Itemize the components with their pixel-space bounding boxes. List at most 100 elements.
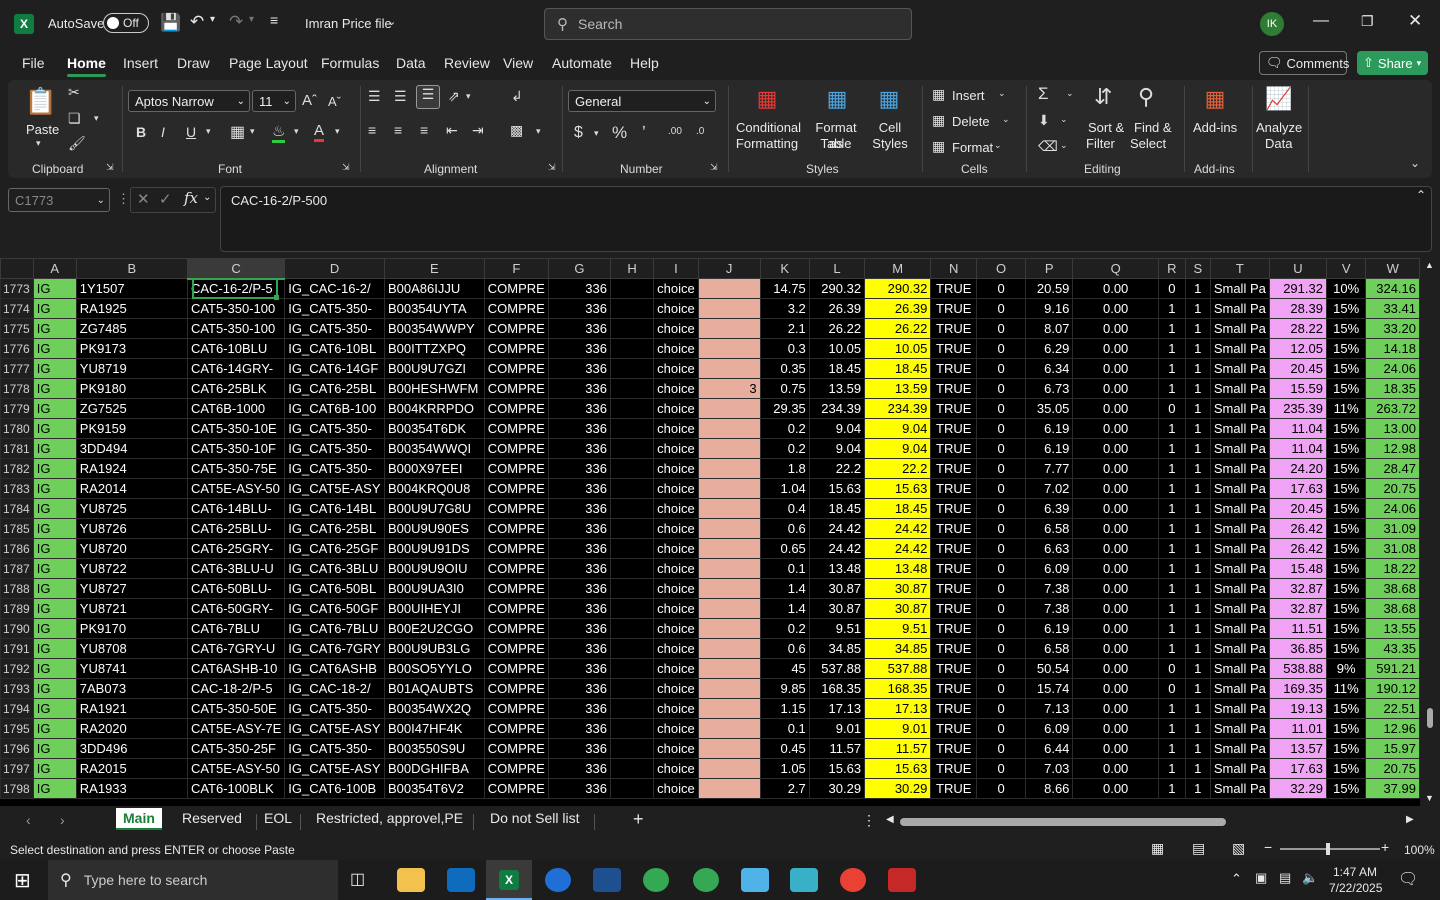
cell-g[interactable]: 336: [547, 618, 611, 639]
cell-e[interactable]: B00U9U9OIU: [383, 558, 485, 579]
cell-g[interactable]: 336: [547, 578, 611, 599]
filter-label[interactable]: Filter: [1086, 136, 1115, 152]
cell-a[interactable]: IG: [32, 658, 77, 679]
italic-icon[interactable]: I: [161, 124, 165, 140]
font-color-icon[interactable]: A: [314, 122, 325, 142]
cell-i[interactable]: choice: [653, 298, 699, 319]
cell-c[interactable]: CAT5-350-75E: [186, 458, 286, 479]
column-header-s[interactable]: S: [1184, 258, 1211, 279]
cell-n[interactable]: TRUE: [930, 598, 978, 619]
cell-s[interactable]: 1: [1184, 718, 1211, 739]
scroll-right-icon[interactable]: ▶: [1406, 814, 1414, 825]
insert-dropdown-icon[interactable]: ⌄: [998, 88, 1006, 99]
cell-b[interactable]: PK9170: [75, 618, 188, 639]
cell-g[interactable]: 336: [547, 558, 611, 579]
cell-h[interactable]: [609, 558, 655, 579]
cell-a[interactable]: IG: [32, 698, 77, 719]
cell-h[interactable]: [609, 678, 655, 699]
cell-j[interactable]: [697, 618, 761, 639]
cell-g[interactable]: 336: [547, 638, 611, 659]
conditional-formatting-label[interactable]: Conditional: [736, 120, 801, 136]
cell-f[interactable]: COMPRE: [483, 318, 549, 339]
cell-k[interactable]: 1.8: [759, 458, 810, 479]
cell-w[interactable]: 33.20: [1365, 318, 1420, 339]
scroll-up-icon[interactable]: ▲: [1425, 260, 1434, 270]
cell-v[interactable]: 10%: [1325, 278, 1367, 299]
align-top-icon[interactable]: ☰: [368, 88, 381, 105]
cell-p[interactable]: 6.44: [1025, 738, 1074, 759]
prev-sheet-icon[interactable]: ‹: [26, 812, 31, 828]
cell-i[interactable]: choice: [653, 618, 699, 639]
cell-t[interactable]: Small Pa: [1209, 778, 1270, 799]
cell-g[interactable]: 336: [547, 758, 611, 779]
cell-h[interactable]: [609, 498, 655, 519]
tab-view[interactable]: View: [503, 55, 533, 71]
cell-c[interactable]: CAT6-7GRY-U: [186, 638, 286, 659]
cell-k[interactable]: 0.2: [759, 618, 810, 639]
cell-h[interactable]: [609, 298, 655, 319]
cell-j[interactable]: [697, 718, 761, 739]
row-header[interactable]: 1797: [0, 758, 34, 779]
column-header-r[interactable]: R: [1157, 258, 1186, 279]
cell-n[interactable]: TRUE: [930, 378, 978, 399]
cell-r[interactable]: 1: [1157, 758, 1186, 779]
cell-g[interactable]: 336: [547, 658, 611, 679]
currency-dropdown-icon[interactable]: ▾: [594, 128, 599, 139]
row-header[interactable]: 1785: [0, 518, 34, 539]
cell-d[interactable]: IG_CAT5E-ASY: [284, 718, 385, 739]
cell-l[interactable]: 290.32: [808, 278, 866, 299]
cell-i[interactable]: choice: [653, 338, 699, 359]
cell-g[interactable]: 336: [547, 458, 611, 479]
cell-w[interactable]: 20.75: [1365, 478, 1420, 499]
cell-q[interactable]: 0.00: [1072, 638, 1159, 659]
styles-label[interactable]: Styles: [868, 136, 912, 152]
cell-o[interactable]: 0: [976, 538, 1027, 559]
cell-w[interactable]: 13.55: [1365, 618, 1420, 639]
scroll-left-icon[interactable]: ◀: [886, 814, 894, 825]
column-header-h[interactable]: H: [609, 258, 655, 279]
cell-q[interactable]: 0.00: [1072, 518, 1159, 539]
cell-s[interactable]: 1: [1184, 298, 1211, 319]
clear-icon[interactable]: ⌫: [1038, 138, 1058, 155]
column-header-a[interactable]: A: [32, 258, 77, 279]
cell-q[interactable]: 0.00: [1072, 498, 1159, 519]
cell-h[interactable]: [609, 438, 655, 459]
cell-n[interactable]: TRUE: [930, 318, 978, 339]
cell-o[interactable]: 0: [976, 678, 1027, 699]
customize-qat-icon[interactable]: ≡: [270, 12, 278, 28]
cell-f[interactable]: COMPRE: [483, 638, 549, 659]
cell-h[interactable]: [609, 278, 655, 299]
cell-a[interactable]: IG: [32, 438, 77, 459]
cell-m[interactable]: 30.87: [864, 578, 932, 599]
cell-m[interactable]: 18.45: [864, 498, 932, 519]
column-header-o[interactable]: O: [976, 258, 1027, 279]
cell-v[interactable]: 15%: [1325, 758, 1367, 779]
cell-d[interactable]: IG_CAT6-7BLU: [284, 618, 385, 639]
insert-cells-button[interactable]: Insert: [952, 88, 985, 104]
cell-w[interactable]: 190.12: [1365, 678, 1420, 699]
cell-v[interactable]: 15%: [1325, 698, 1367, 719]
cell-l[interactable]: 18.45: [808, 498, 866, 519]
select-label[interactable]: Select: [1130, 136, 1166, 152]
cell-u[interactable]: 13.57: [1268, 738, 1327, 759]
cell-r[interactable]: 1: [1157, 618, 1186, 639]
cell-v[interactable]: 15%: [1325, 738, 1367, 759]
cell-q[interactable]: 0.00: [1072, 698, 1159, 719]
cell-p[interactable]: 7.13: [1025, 698, 1074, 719]
search-box[interactable]: ⚲ Search: [544, 8, 912, 40]
cell-i[interactable]: choice: [653, 578, 699, 599]
cell-t[interactable]: Small Pa: [1209, 658, 1270, 679]
horizontal-scroll-thumb[interactable]: [900, 818, 1226, 826]
redo-dropdown-icon[interactable]: ▾: [249, 14, 254, 25]
cell-n[interactable]: TRUE: [930, 278, 978, 299]
cell-k[interactable]: 0.3: [759, 338, 810, 359]
cell-h[interactable]: [609, 778, 655, 799]
cell-p[interactable]: 6.19: [1025, 438, 1074, 459]
format-as-table-icon[interactable]: ▦: [822, 86, 852, 114]
cell-r[interactable]: 1: [1157, 298, 1186, 319]
cell-o[interactable]: 0: [976, 658, 1027, 679]
calculator-icon[interactable]: [593, 868, 621, 892]
cell-a[interactable]: IG: [32, 498, 77, 519]
cell-c[interactable]: CAT6-25BLK: [186, 378, 286, 399]
column-header-t[interactable]: T: [1209, 258, 1270, 279]
